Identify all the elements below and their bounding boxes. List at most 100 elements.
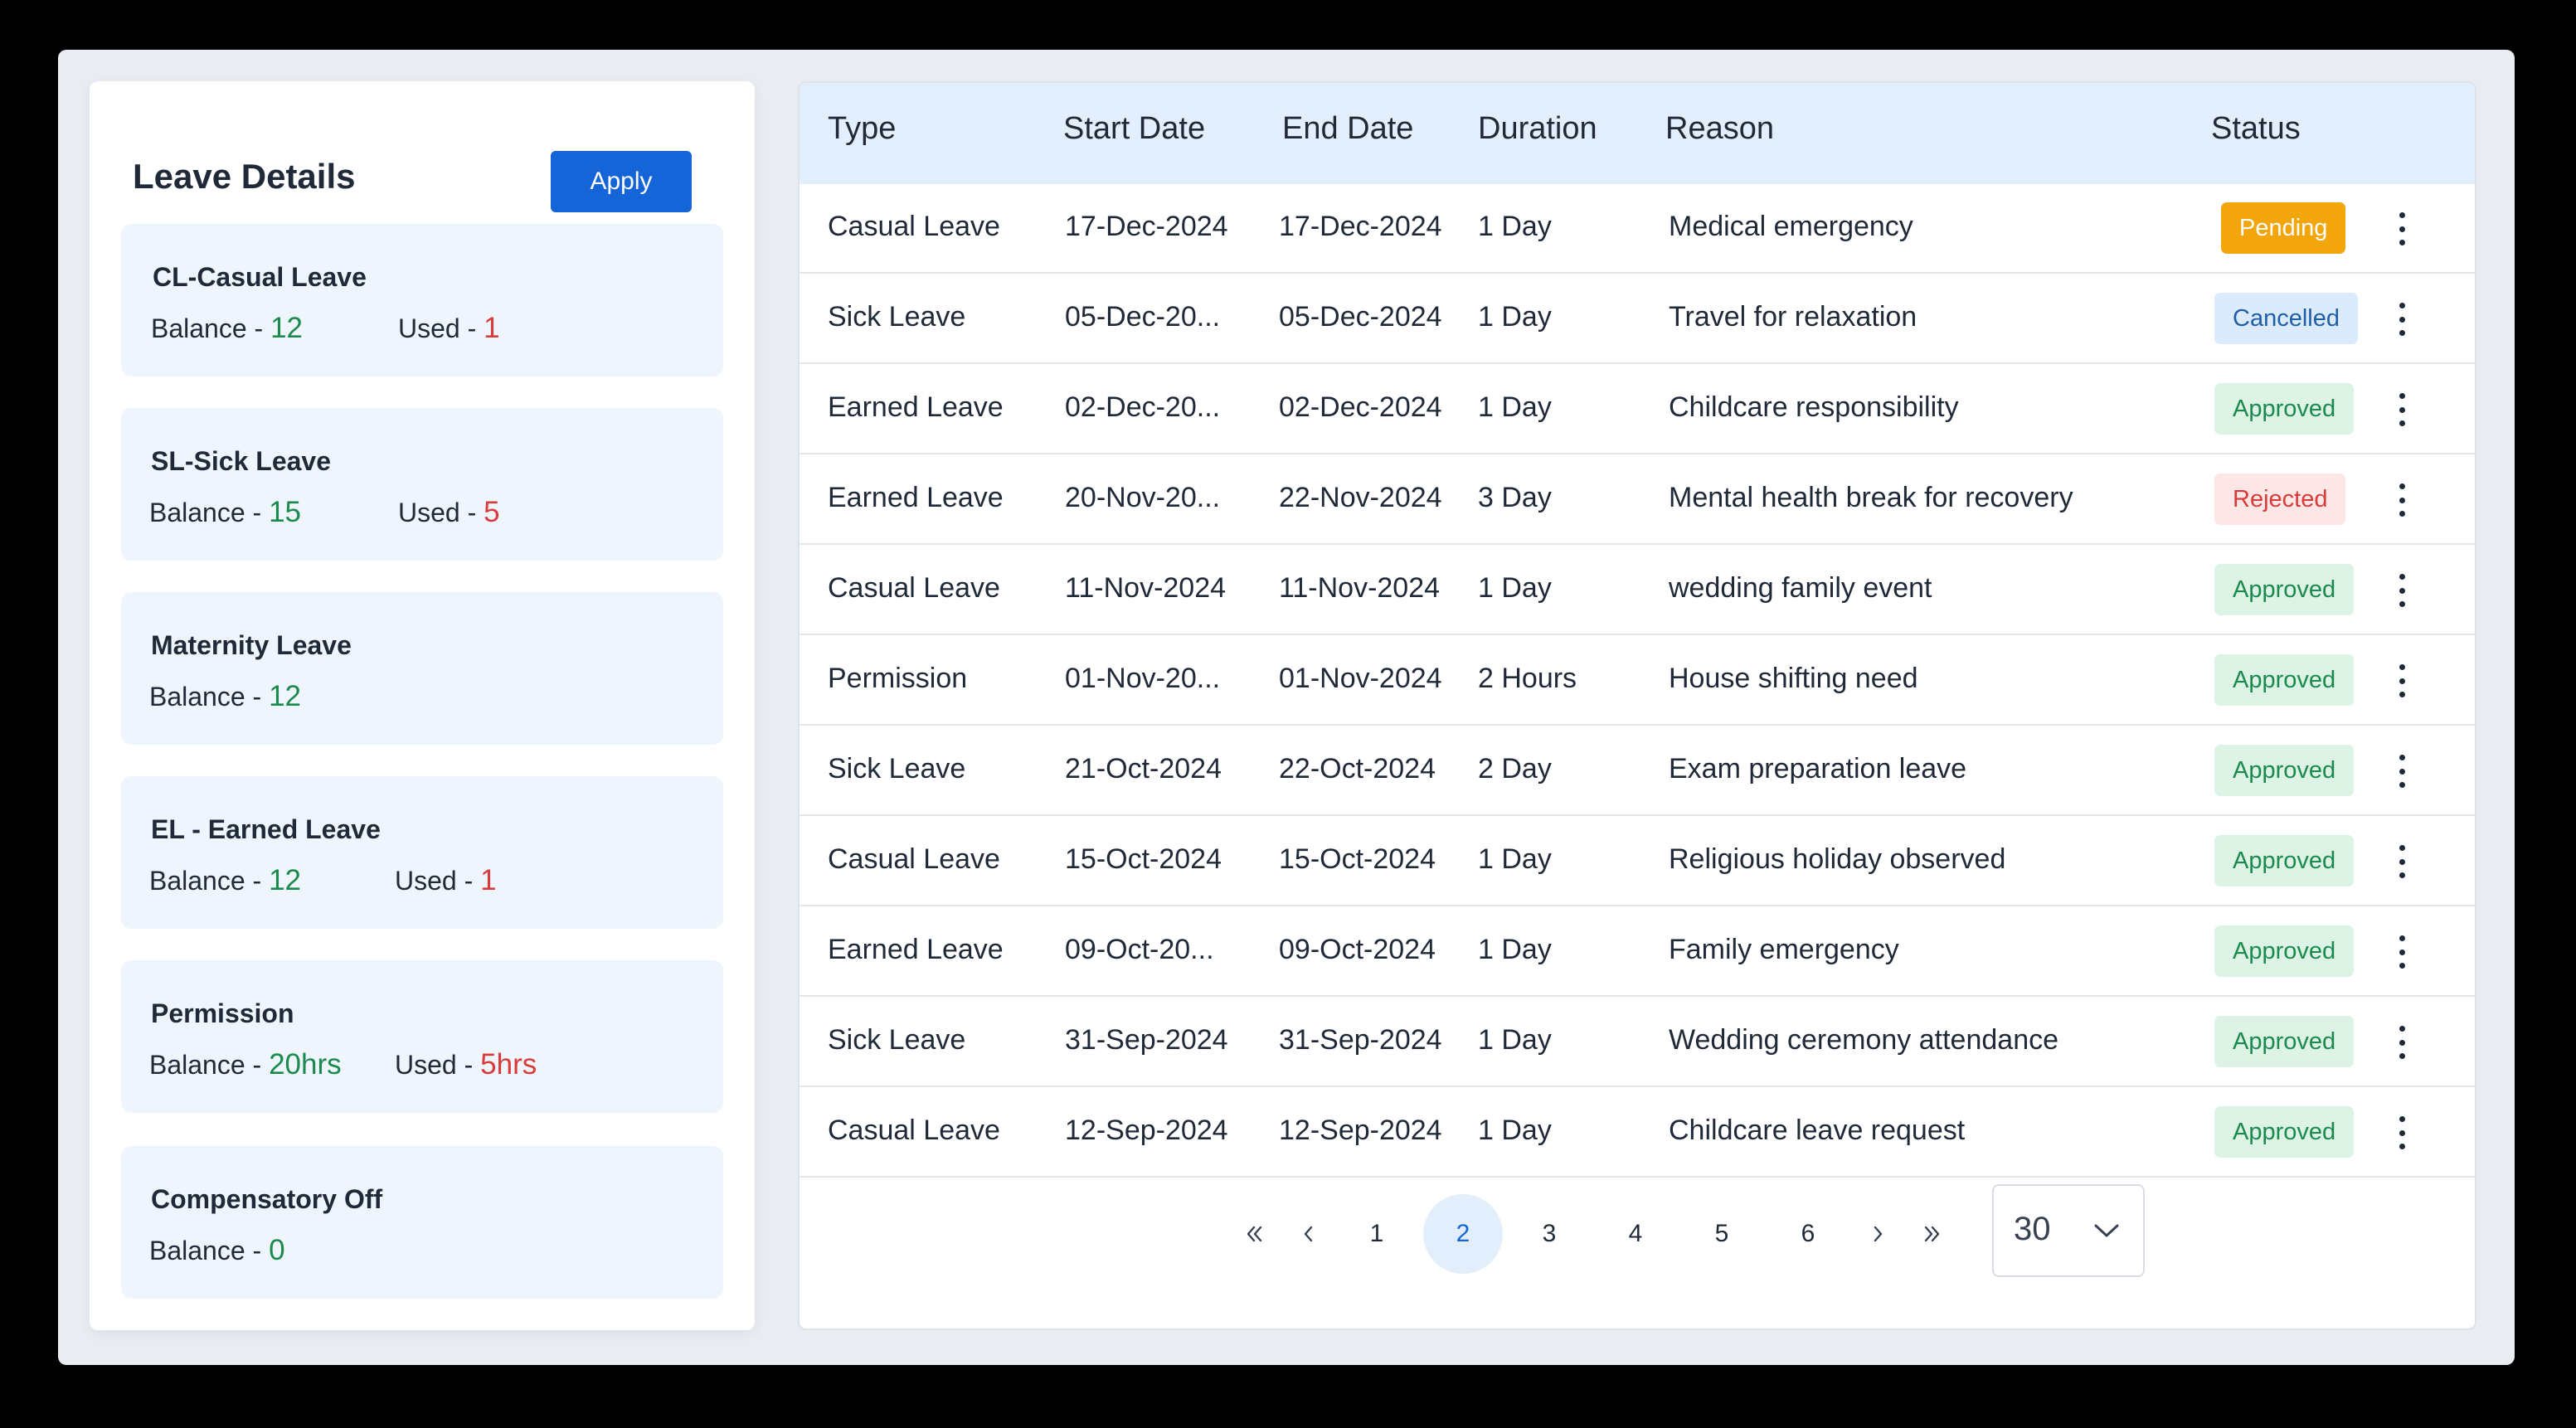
chevron-down-icon — [2094, 1224, 2119, 1237]
more-options-icon[interactable] — [2392, 755, 2412, 788]
more-options-icon[interactable] — [2392, 303, 2412, 336]
balance-label: Balance - — [149, 1236, 270, 1265]
more-options-icon[interactable] — [2392, 935, 2412, 969]
cell-type: Casual Leave — [828, 211, 1000, 242]
cell-type: Casual Leave — [828, 843, 1000, 875]
card-title: EL - Earned Leave — [151, 814, 381, 844]
cell-type: Sick Leave — [828, 301, 966, 333]
leave-card-maternity: Maternity Leave Balance - 12 — [121, 592, 723, 745]
used-line: Used - 5hrs — [395, 1048, 537, 1081]
table-row: Casual Leave 17-Dec-2024 17-Dec-2024 1 Day M… — [800, 184, 2475, 274]
page-1-button[interactable]: 1 — [1337, 1194, 1417, 1274]
page-3-button[interactable]: 3 — [1509, 1194, 1589, 1274]
table-row: Casual Leave 11-Nov-2024 11-Nov-2024 1 Day w… — [800, 546, 2475, 635]
cell-start: 31-Sep-2024 — [1065, 1024, 1228, 1056]
cell-duration: 2 Hours — [1478, 663, 1577, 694]
cell-reason: Childcare leave request — [1669, 1115, 1966, 1146]
used-label: Used - — [398, 498, 484, 527]
cell-end: 22-Nov-2024 — [1279, 482, 1442, 513]
used-label: Used - — [398, 313, 484, 343]
header-type: Type — [828, 111, 897, 146]
cell-duration: 1 Day — [1478, 1024, 1552, 1056]
status-badge: Approved — [2214, 835, 2355, 886]
balance-value: 12 — [270, 312, 304, 344]
cell-type: Earned Leave — [828, 482, 1004, 513]
cell-reason: Religious holiday observed — [1669, 843, 2006, 875]
table-row: Casual Leave 15-Oct-2024 15-Oct-2024 1 Day R… — [800, 817, 2475, 906]
header-end-date: End Date — [1282, 111, 1414, 146]
leave-card-sick: SL-Sick Leave Balance - 15 Used - 5 — [121, 408, 723, 561]
more-options-icon[interactable] — [2392, 483, 2412, 517]
chevrons-right-icon[interactable] — [1893, 1194, 1972, 1274]
apply-button[interactable]: Apply — [551, 151, 692, 212]
status-badge: Approved — [2214, 564, 2355, 615]
cell-type: Sick Leave — [828, 753, 966, 784]
cell-duration: 3 Day — [1478, 482, 1552, 513]
more-options-icon[interactable] — [2392, 664, 2412, 697]
balance-line: Balance - 12 — [149, 864, 301, 897]
used-value: 1 — [484, 312, 500, 344]
page-6-button[interactable]: 6 — [1768, 1194, 1848, 1274]
cell-end: 12-Sep-2024 — [1279, 1115, 1442, 1146]
leave-card-casual: CL-Casual Leave Balance - 12 Used - 1 — [121, 224, 723, 376]
cell-end: 05-Dec-2024 — [1279, 301, 1442, 333]
cell-duration: 1 Day — [1478, 1115, 1552, 1146]
status-badge: Approved — [2214, 925, 2355, 977]
cell-reason: Medical emergency — [1669, 211, 1913, 242]
used-line: Used - 1 — [395, 864, 497, 897]
cell-reason: Mental health break for recovery — [1669, 482, 2073, 513]
cell-end: 15-Oct-2024 — [1279, 843, 1436, 875]
cell-duration: 1 Day — [1478, 572, 1552, 604]
card-title: SL-Sick Leave — [151, 446, 331, 476]
pagination: 123456 30 — [800, 1161, 2475, 1294]
balance-value: 12 — [269, 864, 302, 896]
cell-type: Earned Leave — [828, 934, 1004, 965]
page-4-button[interactable]: 4 — [1596, 1194, 1675, 1274]
cell-duration: 1 Day — [1478, 391, 1552, 423]
cell-type: Earned Leave — [828, 391, 1004, 423]
more-options-icon[interactable] — [2392, 212, 2412, 245]
status-badge: Rejected — [2214, 474, 2346, 525]
table-row: Sick Leave 31-Sep-2024 31-Sep-2024 1 Day Wed… — [800, 998, 2475, 1087]
cell-reason: Travel for relaxation — [1669, 301, 1917, 333]
cell-duration: 1 Day — [1478, 211, 1552, 242]
cell-type: Casual Leave — [828, 572, 1000, 604]
cell-end: 09-Oct-2024 — [1279, 934, 1436, 965]
cell-start: 12-Sep-2024 — [1065, 1115, 1228, 1146]
page-2-button[interactable]: 2 — [1423, 1194, 1503, 1274]
more-options-icon[interactable] — [2392, 1116, 2412, 1149]
used-line: Used - 5 — [398, 496, 500, 529]
cell-start: 05-Dec-20... — [1065, 301, 1221, 333]
status-badge: Cancelled — [2214, 293, 2358, 344]
cell-type: Casual Leave — [828, 1115, 1000, 1146]
cell-start: 11-Nov-2024 — [1065, 572, 1227, 604]
leave-details-panel: Leave Details Apply CL-Casual Leave Bala… — [90, 81, 755, 1330]
cell-start: 21-Oct-2024 — [1065, 753, 1222, 784]
cell-duration: 1 Day — [1478, 843, 1552, 875]
balance-line: Balance - 20hrs — [149, 1048, 342, 1081]
cell-type: Sick Leave — [828, 1024, 966, 1056]
page-5-button[interactable]: 5 — [1682, 1194, 1762, 1274]
more-options-icon[interactable] — [2392, 393, 2412, 426]
page-size-select[interactable]: 30 — [1992, 1184, 2145, 1277]
leave-card-compensatory: Compensatory Off Balance - 0 — [121, 1146, 723, 1299]
cell-start: 20-Nov-20... — [1065, 482, 1221, 513]
more-options-icon[interactable] — [2392, 845, 2412, 878]
cell-duration: 1 Day — [1478, 934, 1552, 965]
balance-value: 20hrs — [269, 1048, 342, 1081]
status-badge: Approved — [2214, 1106, 2355, 1158]
header-start-date: Start Date — [1063, 111, 1206, 146]
balance-label: Balance - — [149, 866, 270, 896]
leave-history-table: Type Start Date End Date Duration Reason… — [798, 81, 2476, 1330]
more-options-icon[interactable] — [2392, 1026, 2412, 1059]
panel-title: Leave Details — [133, 157, 356, 196]
table-row: Earned Leave 20-Nov-20... 22-Nov-2024 3 Day… — [800, 455, 2475, 545]
table-row: Sick Leave 21-Oct-2024 22-Oct-2024 2 Day Exa… — [800, 726, 2475, 816]
balance-value: 0 — [269, 1234, 285, 1266]
table-row: Sick Leave 05-Dec-20... 05-Dec-2024 1 Day Tr… — [800, 274, 2475, 364]
more-options-icon[interactable] — [2392, 574, 2412, 607]
status-badge: Approved — [2214, 745, 2355, 796]
cell-start: 01-Nov-20... — [1065, 663, 1221, 694]
used-value: 5hrs — [480, 1048, 537, 1081]
cell-type: Permission — [828, 663, 968, 694]
